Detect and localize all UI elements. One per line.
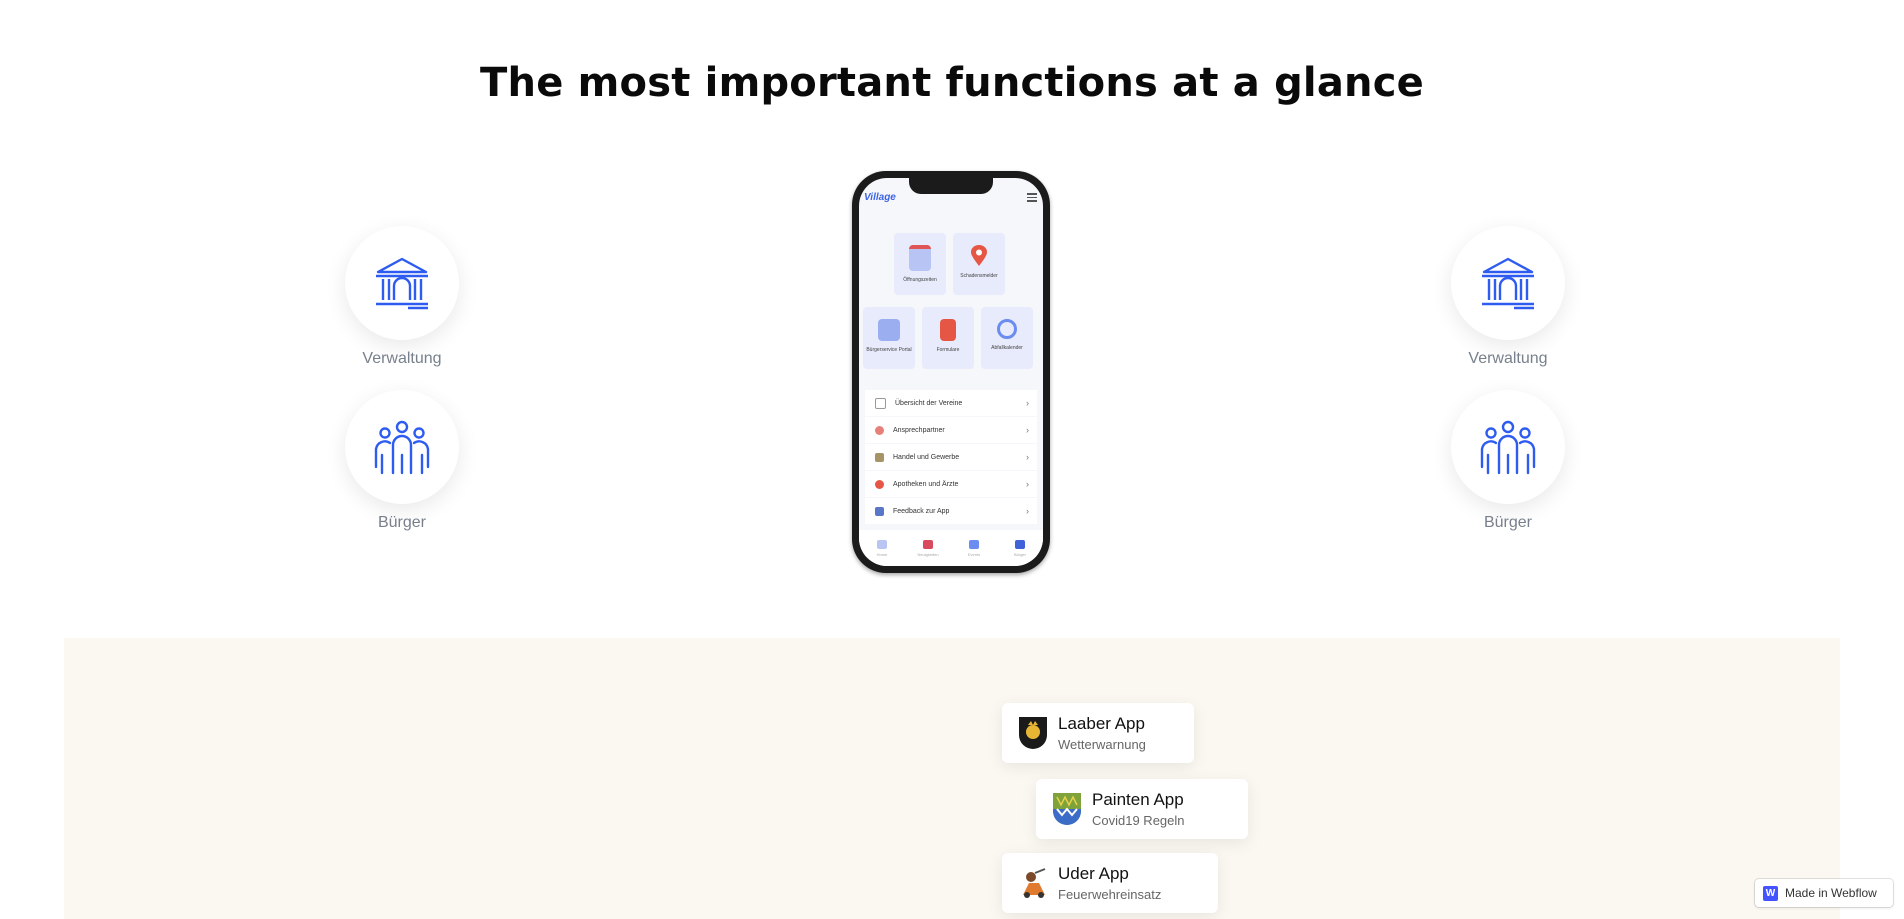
feature-circle <box>1451 226 1565 340</box>
clipboard-icon <box>875 397 886 409</box>
feature-circle <box>345 226 459 340</box>
app-card-text: Uder App Feuerwehreinsatz <box>1058 864 1161 902</box>
feature-circle <box>345 390 459 504</box>
feature-buerger-left[interactable]: Bürger <box>312 390 492 532</box>
document-icon <box>940 319 956 341</box>
feature-label: Verwaltung <box>362 350 442 367</box>
calendar-icon <box>909 245 931 271</box>
citizens-group-icon <box>374 420 430 475</box>
feature-circle <box>1451 390 1565 504</box>
phone-tab: Bürger <box>1004 539 1036 557</box>
tile-label: Öffnungszeiten <box>903 277 937 283</box>
phone-list-row: Übersicht der Vereine › <box>865 390 1037 416</box>
page-title: The most important functions at a glance <box>480 60 1424 106</box>
events-calendar-icon <box>969 539 979 549</box>
phone-list-row: Feedback zur App › <box>865 498 1037 524</box>
app-card-uder[interactable]: Uder App Feuerwehreinsatz <box>1002 853 1218 913</box>
phone-tab: Home <box>866 539 898 557</box>
feature-verwaltung-right[interactable]: Verwaltung <box>1418 226 1598 368</box>
phone-tile-schadensmelder: Schadensmelder <box>953 233 1005 295</box>
feature-label: Bürger <box>377 514 427 531</box>
app-name: Uder App <box>1058 864 1129 883</box>
chevron-right-icon: › <box>1026 452 1029 462</box>
phone-tile-formulare: Formulare <box>922 307 974 369</box>
apps-section <box>64 638 1840 919</box>
phone-tab-bar: Home Neuigkeiten Events Bürger <box>859 530 1043 566</box>
feedback-truck-icon <box>875 506 884 516</box>
phone-tab: Neuigkeiten <box>912 539 944 557</box>
people-icon <box>1015 539 1025 549</box>
feature-label: Verwaltung <box>1468 350 1548 367</box>
heart-pulse-icon <box>875 479 884 489</box>
tab-label: Home <box>876 551 888 557</box>
row-label: Ansprechpartner <box>893 426 945 434</box>
recycle-icon <box>997 319 1017 339</box>
row-label: Übersicht der Vereine <box>895 399 963 407</box>
badge-label: Made in Webflow <box>1785 886 1877 900</box>
shopping-bag-icon <box>875 452 884 462</box>
app-card-laaber[interactable]: Laaber App Wetterwarnung <box>1002 703 1194 763</box>
government-building-icon <box>1482 257 1534 310</box>
laaber-crest-icon <box>1016 715 1050 751</box>
tile-label: Schadensmelder <box>960 273 998 279</box>
tab-label: Neuigkeiten <box>917 551 939 557</box>
tile-label: Formulare <box>936 347 960 353</box>
phone-list-row: Apotheken und Ärzte › <box>865 471 1037 497</box>
painten-crest-icon <box>1050 791 1084 827</box>
news-icon <box>923 539 933 549</box>
phone-screen: Village Öffnungszeiten Schadensmelder Bü… <box>859 178 1043 566</box>
app-subtitle: Covid19 Regeln <box>1092 813 1185 828</box>
tile-label: Abfallkalender <box>991 345 1023 351</box>
hamburger-menu-icon <box>1027 193 1037 204</box>
row-label: Handel und Gewerbe <box>893 453 960 461</box>
phone-tile-oeffnungszeiten: Öffnungszeiten <box>894 233 946 295</box>
bank-icon <box>878 319 900 341</box>
citizens-group-icon <box>1480 420 1536 475</box>
app-subtitle: Wetterwarnung <box>1058 737 1146 752</box>
chevron-right-icon: › <box>1026 398 1029 408</box>
feature-label: Bürger <box>1483 514 1533 531</box>
contact-icon <box>875 425 884 435</box>
tile-label: Bürgerservice Portal <box>866 347 912 353</box>
phone-brand-logo: Village <box>864 192 896 203</box>
phone-tab: Events <box>958 539 990 557</box>
tab-label: Bürger <box>1013 551 1026 557</box>
home-icon <box>877 539 887 549</box>
made-in-webflow-badge[interactable]: W Made in Webflow <box>1755 879 1893 907</box>
app-name: Laaber App <box>1058 714 1145 733</box>
row-label: Apotheken und Ärzte <box>893 480 959 488</box>
tab-label: Events <box>967 551 981 557</box>
chevron-right-icon: › <box>1026 506 1029 516</box>
phone-tile-abfallkalender: Abfallkalender <box>981 307 1033 369</box>
app-card-text: Painten App Covid19 Regeln <box>1092 790 1185 828</box>
app-card-painten[interactable]: Painten App Covid19 Regeln <box>1036 779 1248 839</box>
uder-crest-icon <box>1016 865 1050 901</box>
phone-list-row: Handel und Gewerbe › <box>865 444 1037 470</box>
feature-buerger-right[interactable]: Bürger <box>1418 390 1598 532</box>
phone-list-row: Ansprechpartner › <box>865 417 1037 443</box>
phone-tile-buergerservice: Bürgerservice Portal <box>863 307 915 369</box>
row-label: Feedback zur App <box>893 507 950 515</box>
phone-notch <box>909 178 993 194</box>
webflow-logo-icon: W <box>1763 885 1778 901</box>
app-subtitle: Feuerwehreinsatz <box>1058 887 1162 902</box>
chevron-right-icon: › <box>1026 479 1029 489</box>
feature-verwaltung-left[interactable]: Verwaltung <box>312 226 492 368</box>
phone-mockup: Village Öffnungszeiten Schadensmelder Bü… <box>852 171 1050 573</box>
app-name: Painten App <box>1092 790 1184 809</box>
app-card-text: Laaber App Wetterwarnung <box>1058 714 1146 752</box>
chevron-right-icon: › <box>1026 425 1029 435</box>
map-pin-icon <box>968 245 990 267</box>
government-building-icon <box>376 257 428 310</box>
